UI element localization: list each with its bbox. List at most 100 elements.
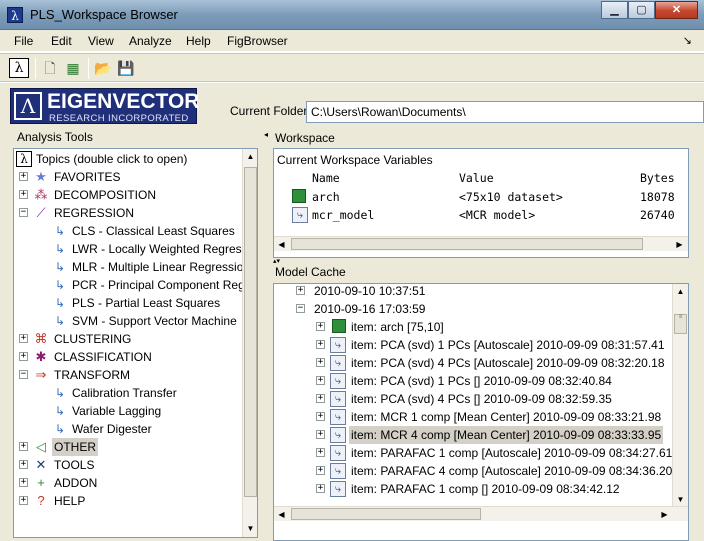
expand-icon[interactable]: + xyxy=(19,352,28,361)
help-icon: ? xyxy=(37,493,45,508)
expand-icon[interactable]: + xyxy=(316,340,325,349)
save-icon[interactable]: 💾 xyxy=(116,58,136,78)
cache-item-label: item: MCR 4 comp [Mean Center] 2010-09-0… xyxy=(349,426,664,444)
model-cache-box: +2010-09-10 10:37:51−2010-09-16 17:03:59… xyxy=(273,283,689,541)
expand-icon[interactable]: + xyxy=(19,496,28,505)
method-arrow-icon: ↳ xyxy=(54,242,66,256)
expand-icon[interactable]: + xyxy=(316,430,325,439)
lambda-button[interactable]: λ xyxy=(9,58,29,78)
tree-root-label: Topics (double click to open) xyxy=(36,152,188,166)
tree-vertical-scrollbar[interactable]: ▲ ▼ xyxy=(242,149,257,537)
col-bytes-header[interactable]: Bytes xyxy=(640,171,675,185)
menu-edit[interactable]: Edit xyxy=(51,34,72,48)
cache-item-label: item: PCA (svd) 4 PCs [] 2010-09-09 08:3… xyxy=(351,392,612,406)
method-arrow-icon: ↳ xyxy=(54,224,66,238)
menu-analyze[interactable]: Analyze xyxy=(129,34,172,48)
model-icon: ⤷ xyxy=(330,409,346,425)
workspace-horizontal-scrollbar[interactable]: ◀ ▶ xyxy=(274,236,688,251)
expand-icon[interactable]: + xyxy=(316,448,325,457)
open-folder-icon[interactable]: 📂 xyxy=(93,58,113,78)
model-icon: ⤷ xyxy=(330,481,346,497)
scroll-right-icon[interactable]: ▶ xyxy=(672,237,687,252)
col-value-header[interactable]: Value xyxy=(459,171,494,185)
expand-icon[interactable]: + xyxy=(316,322,325,331)
collapse-left-icon[interactable]: ◂ xyxy=(264,130,268,139)
menu-view[interactable]: View xyxy=(88,34,114,48)
new-file-icon[interactable]: 🗋 xyxy=(40,58,60,78)
expand-icon[interactable]: + xyxy=(19,442,28,451)
matlab-app-icon: λ xyxy=(7,7,23,23)
splitter-arrows-icon[interactable]: ▴▾ xyxy=(273,257,280,265)
expand-icon[interactable]: + xyxy=(19,478,28,487)
expand-icon[interactable]: + xyxy=(316,412,325,421)
model-icon: ⤷ xyxy=(330,391,346,407)
collapse-icon[interactable]: − xyxy=(19,208,28,217)
title-bar: λ PLS_Workspace Browser ▁ ▢ ✕ xyxy=(0,0,704,30)
addon-icon: + xyxy=(37,475,45,490)
toolbar-separator xyxy=(88,58,89,79)
dock-arrow-icon[interactable]: ↘ xyxy=(683,34,692,47)
cache-item-label: item: PCA (svd) 1 PCs [] 2010-09-09 08:3… xyxy=(351,374,612,388)
maximize-button[interactable]: ▢ xyxy=(628,1,655,19)
clustering-icon: ⌘ xyxy=(34,331,48,346)
var-bytes: 26740 xyxy=(640,208,675,222)
method-arrow-icon: ↳ xyxy=(54,314,66,328)
var-name: mcr_model xyxy=(312,208,375,222)
current-folder-field[interactable]: C:\Users\Rowan\Documents\ xyxy=(306,101,704,123)
menu-file[interactable]: File xyxy=(14,34,33,48)
expand-icon[interactable]: + xyxy=(316,376,325,385)
logo-mark-icon: Λ xyxy=(14,92,42,120)
cache-item-label: item: PARAFAC 4 comp [Autoscale] 2010-09… xyxy=(351,464,673,478)
expand-icon[interactable]: + xyxy=(316,394,325,403)
scroll-left-icon[interactable]: ◀ xyxy=(274,507,289,522)
model-icon: ⤷ xyxy=(330,427,346,443)
method-arrow-icon: ↳ xyxy=(54,260,66,274)
scroll-down-icon[interactable]: ▼ xyxy=(243,521,257,537)
minimize-button[interactable]: ▁ xyxy=(601,1,628,19)
expand-icon[interactable]: + xyxy=(19,334,28,343)
expand-icon[interactable]: + xyxy=(296,286,305,295)
expand-icon[interactable]: + xyxy=(19,172,28,181)
model-cache-header: Model Cache xyxy=(275,265,346,279)
expand-icon[interactable]: + xyxy=(19,460,28,469)
scroll-left-icon[interactable]: ◀ xyxy=(274,237,289,252)
expand-icon[interactable]: + xyxy=(316,358,325,367)
tree-item-label: TRANSFORM xyxy=(54,368,130,382)
decomposition-icon: ⁂ xyxy=(34,187,48,202)
cache-horizontal-scrollbar[interactable]: ◀ ▶ xyxy=(274,506,688,521)
classification-icon: ✱ xyxy=(35,349,47,364)
tree-item-label: LWR - Locally Weighted Regress xyxy=(72,242,248,256)
tree-item-label: HELP xyxy=(54,494,86,508)
scroll-up-icon[interactable]: ▲ xyxy=(243,149,257,165)
scroll-up-icon[interactable]: ▲ xyxy=(673,284,688,300)
workspace-row[interactable]: arch <75x10 dataset> 18078 xyxy=(274,188,688,206)
menu-figbrowser[interactable]: FigBrowser xyxy=(227,34,288,48)
model-icon: ⤷ xyxy=(330,445,346,461)
collapse-icon[interactable]: − xyxy=(296,304,305,313)
tools-icon: ✕ xyxy=(35,457,47,472)
scroll-thumb[interactable]: ≡ xyxy=(674,314,687,334)
expand-icon[interactable]: + xyxy=(316,484,325,493)
new-workspace-icon[interactable]: ▦ xyxy=(63,58,83,78)
scroll-right-icon[interactable]: ▶ xyxy=(657,507,672,522)
col-name-header[interactable]: Name xyxy=(312,171,340,185)
cache-vertical-scrollbar[interactable]: ▲ ≡ ▼ xyxy=(672,284,688,508)
menu-bar: File Edit View Analyze Help FigBrowser ↘ xyxy=(0,30,704,52)
tree-item-label: DECOMPOSITION xyxy=(54,188,157,202)
cache-item-label: item: PARAFAC 1 comp [] 2010-09-09 08:34… xyxy=(351,482,620,496)
cache-item-label: 2010-09-16 17:03:59 xyxy=(314,302,426,316)
model-icon: ⤷ xyxy=(330,355,346,371)
scroll-thumb[interactable] xyxy=(291,238,643,250)
scroll-thumb[interactable] xyxy=(291,508,481,520)
scroll-thumb[interactable] xyxy=(244,167,257,497)
workspace-box: Current Workspace Variables Name Value B… xyxy=(273,148,689,258)
toolbar: λ 🗋 ▦ 📂 💾 xyxy=(0,53,704,82)
expand-icon[interactable]: + xyxy=(19,190,28,199)
workspace-row[interactable]: ⤷ mcr_model <MCR model> 26740 xyxy=(274,206,688,224)
collapse-icon[interactable]: − xyxy=(19,370,28,379)
menu-help[interactable]: Help xyxy=(186,34,211,48)
close-button[interactable]: ✕ xyxy=(655,1,698,19)
right-panel: Workspace Current Workspace Variables Na… xyxy=(270,128,704,541)
expand-icon[interactable]: + xyxy=(316,466,325,475)
star-icon: ★ xyxy=(35,169,47,184)
